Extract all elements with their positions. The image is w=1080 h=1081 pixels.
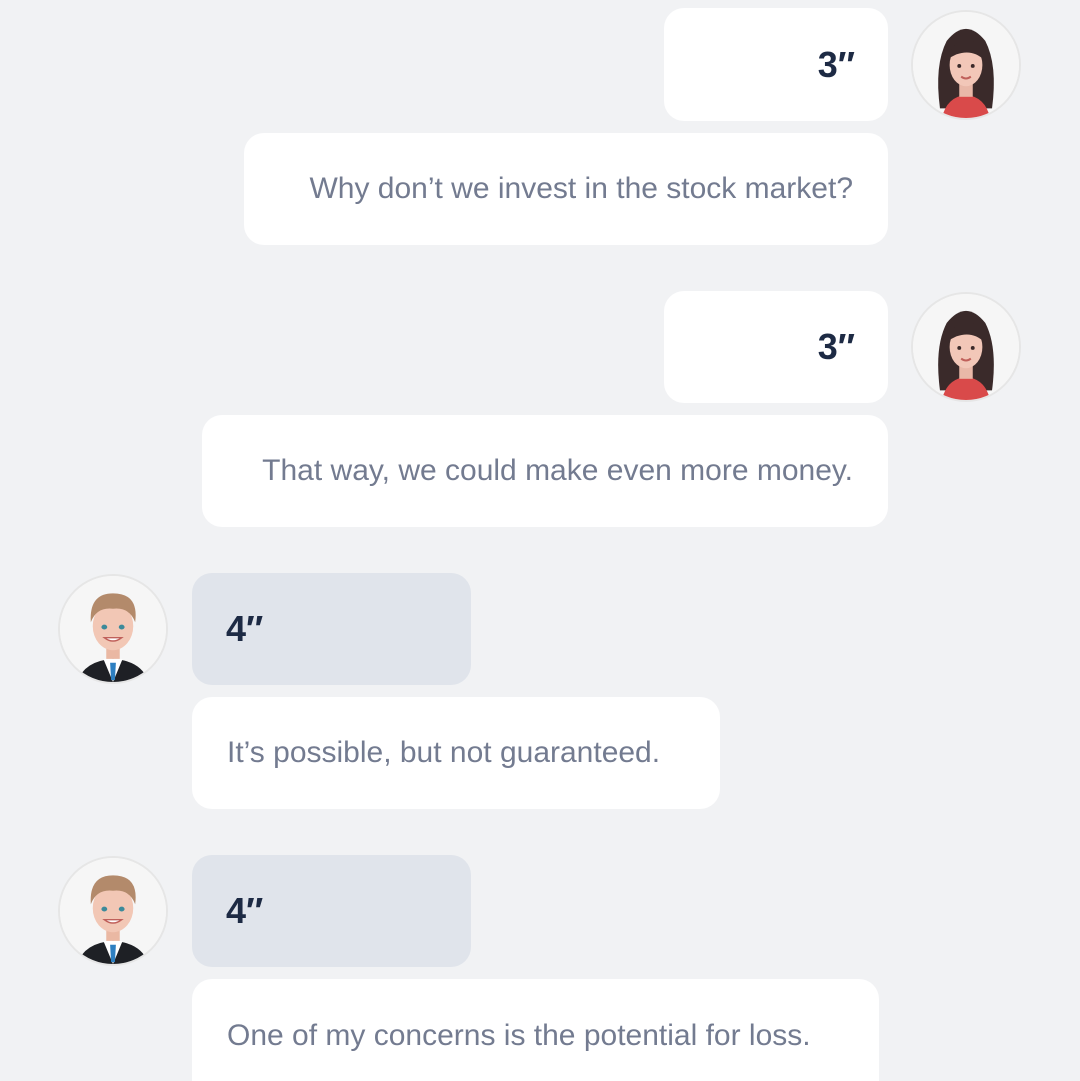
message-text: Why don’t we invest in the stock market? [309, 172, 853, 205]
message-text: One of my concerns is the potential for … [227, 1019, 811, 1052]
woman-avatar-icon [911, 292, 1021, 402]
message-text: That way, we could make even more money. [262, 454, 853, 487]
audio-duration-bubble[interactable]: 3″ [664, 8, 888, 121]
message-bubble: That way, we could make even more money. [202, 415, 888, 527]
message-text: It’s possible, but not guaranteed. [227, 736, 661, 769]
message-bubble: One of my concerns is the potential for … [192, 979, 879, 1081]
audio-duration-bubble[interactable]: 4″ [192, 855, 471, 967]
message-bubble: Why don’t we invest in the stock market? [244, 133, 888, 245]
audio-duration-bubble[interactable]: 3″ [664, 291, 888, 403]
man-avatar-icon [58, 856, 168, 966]
woman-avatar-icon [911, 10, 1021, 120]
message-bubble: It’s possible, but not guaranteed. [192, 697, 720, 809]
duration-label: 3″ [817, 43, 855, 85]
audio-duration-bubble[interactable]: 4″ [192, 573, 471, 685]
duration-label: 4″ [226, 608, 264, 649]
man-avatar-icon [58, 574, 168, 684]
duration-label: 3″ [817, 326, 855, 367]
duration-label: 4″ [226, 890, 264, 931]
